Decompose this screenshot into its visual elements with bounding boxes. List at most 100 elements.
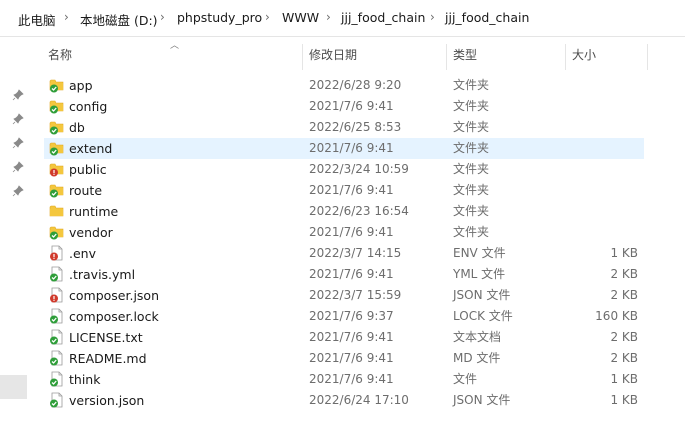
file-row[interactable]: config 2021/7/6 9:41 文件夹: [44, 96, 644, 117]
file-icon: [50, 329, 63, 345]
file-row[interactable]: composer.lock 2021/7/6 9:37 LOCK 文件 160 KB: [44, 306, 644, 327]
breadcrumb-item-drive-d[interactable]: 本地磁盘 (D:): [80, 10, 158, 29]
file-modified-date: 2021/7/6 9:41: [309, 225, 394, 239]
column-header-size[interactable]: 大小: [568, 40, 646, 70]
file-row[interactable]: runtime 2022/6/23 16:54 文件夹: [44, 201, 644, 222]
file-modified-date: 2022/3/7 15:59: [309, 288, 402, 302]
breadcrumb-separator-icon[interactable]: ›: [430, 10, 435, 24]
column-header-modified[interactable]: 修改日期: [305, 40, 447, 70]
column-divider[interactable]: [647, 44, 648, 70]
file-type: 文件夹: [453, 141, 490, 155]
file-type: 文件夹: [453, 120, 490, 134]
column-header-name[interactable]: 名称: [44, 40, 302, 70]
file-row[interactable]: version.json 2022/6/24 17:10 JSON 文件 1 KB: [44, 390, 644, 411]
file-name: runtime: [69, 204, 119, 219]
column-header-type[interactable]: 类型: [449, 40, 565, 70]
breadcrumb-separator-icon[interactable]: ›: [326, 10, 331, 24]
pin-icon[interactable]: [12, 185, 24, 197]
file-modified-date: 2021/7/6 9:41: [309, 330, 394, 344]
file-type: 文件夹: [453, 183, 490, 197]
file-row[interactable]: LICENSE.txt 2021/7/6 9:41 文本文档 2 KB: [44, 327, 644, 348]
file-modified-date: 2022/6/28 9:20: [309, 78, 402, 92]
file-row[interactable]: app 2022/6/28 9:20 文件夹: [44, 75, 644, 96]
file-row[interactable]: README.md 2021/7/6 9:41 MD 文件 2 KB: [44, 348, 644, 369]
pin-icon[interactable]: [12, 137, 24, 149]
file-type: ENV 文件: [453, 246, 506, 260]
pin-icon[interactable]: [12, 161, 24, 173]
file-modified-date: 2021/7/6 9:41: [309, 372, 394, 386]
navigation-pane: [0, 37, 30, 446]
pin-icon[interactable]: [12, 113, 24, 125]
column-header-row: ︿ 名称 修改日期 类型 大小: [44, 40, 649, 70]
file-row[interactable]: route 2021/7/6 9:41 文件夹: [44, 180, 644, 201]
file-row[interactable]: .travis.yml 2021/7/6 9:41 YML 文件 2 KB: [44, 264, 644, 285]
file-row[interactable]: extend 2021/7/6 9:41 文件夹: [44, 138, 644, 159]
breadcrumb-separator-icon[interactable]: ›: [64, 10, 69, 24]
file-modified-date: 2022/3/24 10:59: [309, 162, 409, 176]
column-divider[interactable]: [302, 44, 303, 70]
breadcrumb-item-jjj-food-chain[interactable]: jjj_food_chain: [341, 10, 425, 25]
folder-icon: [49, 100, 64, 114]
file-type: 文件夹: [453, 204, 490, 218]
breadcrumb-separator-icon[interactable]: ›: [265, 10, 270, 24]
file-size: 1 KB: [610, 246, 638, 260]
folder-icon: [49, 163, 64, 177]
file-row[interactable]: db 2022/6/25 8:53 文件夹: [44, 117, 644, 138]
file-name: composer.json: [69, 288, 160, 303]
file-modified-date: 2021/7/6 9:41: [309, 351, 394, 365]
file-type: LOCK 文件: [453, 309, 513, 323]
file-name: LICENSE.txt: [69, 330, 143, 345]
file-name: think: [69, 372, 101, 387]
file-row[interactable]: composer.json 2022/3/7 15:59 JSON 文件 2 KB: [44, 285, 644, 306]
file-type: YML 文件: [453, 267, 506, 281]
file-type: 文件夹: [453, 78, 490, 92]
folder-icon: [49, 184, 64, 198]
file-name: db: [69, 120, 85, 135]
folder-icon: [49, 121, 64, 135]
file-type: 文件夹: [453, 162, 490, 176]
address-bar[interactable]: 此电脑 › 本地磁盘 (D:) › phpstudy_pro › WWW › j…: [0, 0, 685, 37]
file-modified-date: 2022/6/24 17:10: [309, 393, 409, 407]
pin-icon[interactable]: [12, 89, 24, 101]
column-divider[interactable]: [446, 44, 447, 70]
file-size: 1 KB: [610, 393, 638, 407]
file-type: 文件: [453, 372, 478, 386]
breadcrumb-item-www[interactable]: WWW: [282, 10, 319, 25]
breadcrumb-separator-icon[interactable]: ›: [160, 10, 165, 24]
file-icon: [50, 308, 63, 324]
file-list: app 2022/6/28 9:20 文件夹 config 2021/7/6 9:41 文…: [44, 75, 644, 411]
file-size: 2 KB: [610, 288, 638, 302]
column-divider[interactable]: [565, 44, 566, 70]
file-name: extend: [69, 141, 113, 156]
file-type: JSON 文件: [453, 288, 511, 302]
file-icon: [50, 266, 63, 282]
file-modified-date: 2021/7/6 9:37: [309, 309, 394, 323]
file-icon: [50, 287, 63, 303]
file-size: 2 KB: [610, 330, 638, 344]
file-icon: [50, 371, 63, 387]
file-name: route: [69, 183, 103, 198]
file-type: 文件夹: [453, 225, 490, 239]
nav-selected-item[interactable]: [0, 375, 27, 399]
file-row[interactable]: public 2022/3/24 10:59 文件夹: [44, 159, 644, 180]
file-row[interactable]: .env 2022/3/7 14:15 ENV 文件 1 KB: [44, 243, 644, 264]
folder-icon: [49, 142, 64, 156]
file-name: README.md: [69, 351, 147, 366]
file-name: app: [69, 78, 93, 93]
file-type: 文件夹: [453, 99, 490, 113]
breadcrumb-item-phpstudy[interactable]: phpstudy_pro: [177, 10, 262, 25]
file-modified-date: 2021/7/6 9:41: [309, 267, 394, 281]
file-type: MD 文件: [453, 351, 501, 365]
file-size: 2 KB: [610, 267, 638, 281]
file-row[interactable]: vendor 2021/7/6 9:41 文件夹: [44, 222, 644, 243]
file-icon: [50, 392, 63, 408]
file-row[interactable]: think 2021/7/6 9:41 文件 1 KB: [44, 369, 644, 390]
file-name: vendor: [69, 225, 113, 240]
folder-icon: [49, 79, 64, 93]
file-size: 2 KB: [610, 351, 638, 365]
breadcrumb-item-this-pc[interactable]: 此电脑: [18, 10, 56, 29]
breadcrumb-item-jjj-food-chain-current[interactable]: jjj_food_chain: [445, 10, 529, 25]
file-modified-date: 2021/7/6 9:41: [309, 183, 394, 197]
file-type: 文本文档: [453, 330, 502, 344]
file-modified-date: 2022/3/7 14:15: [309, 246, 402, 260]
